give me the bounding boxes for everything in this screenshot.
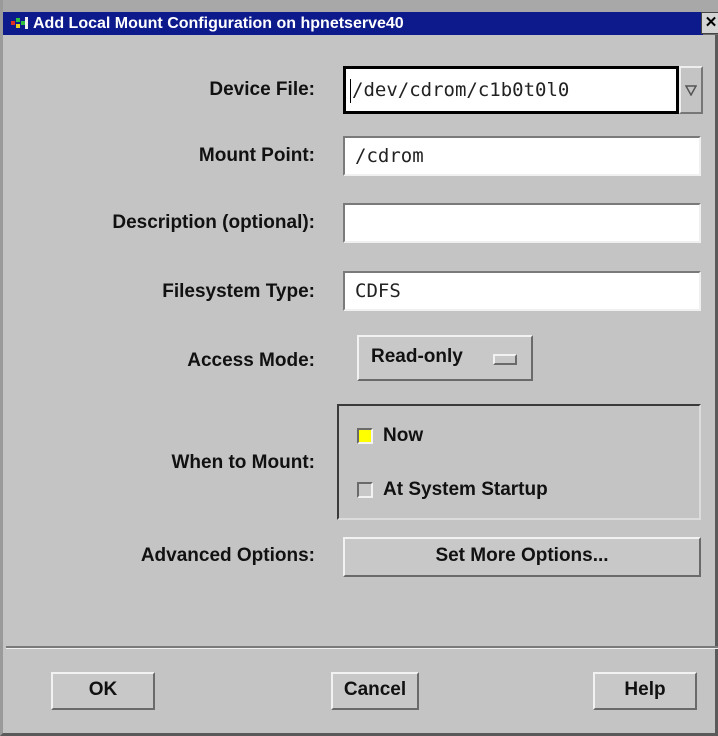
access-mode-option-menu[interactable]: Read-only [357, 335, 533, 381]
access-mode-label: Access Mode: [187, 350, 315, 371]
cancel-button[interactable]: Cancel [331, 672, 419, 710]
ok-button[interactable]: OK [51, 672, 155, 710]
title-bar-strip: Add Local Mount Configuration on hpnetse… [3, 12, 703, 35]
option-menu-indicator-icon [493, 354, 517, 365]
close-icon: ✕ [704, 14, 718, 31]
text-cursor [350, 78, 351, 103]
option-now-label: Now [383, 425, 424, 446]
filesystem-type-label: Filesystem Type: [162, 281, 315, 302]
device-file-label: Device File: [209, 79, 315, 100]
when-to-mount-group: Now At System Startup [337, 404, 701, 520]
radio-indicator[interactable] [357, 482, 373, 498]
mount-point-label: Mount Point: [198, 145, 315, 166]
device-file-dropdown-button[interactable] [679, 66, 703, 114]
radio-indicator-selected[interactable] [357, 428, 373, 444]
option-startup-label: At System Startup [383, 479, 548, 500]
set-more-options-button[interactable]: Set More Options... [343, 537, 701, 577]
separator [6, 646, 718, 649]
close-button[interactable]: ✕ [701, 12, 718, 34]
when-to-mount-label: When to Mount: [171, 452, 315, 473]
filesystem-type-input[interactable]: CDFS [343, 271, 701, 311]
access-mode-value: Read-only [371, 346, 463, 367]
advanced-options-label: Advanced Options: [140, 545, 315, 566]
option-now[interactable]: Now [357, 421, 423, 451]
description-label: Description (optional): [112, 212, 315, 233]
mount-point-input[interactable]: /cdrom [343, 136, 701, 176]
option-at-system-startup[interactable]: At System Startup [357, 475, 548, 505]
help-button[interactable]: Help [593, 672, 697, 710]
app-icon [11, 17, 28, 29]
description-input[interactable] [343, 203, 701, 243]
device-file-combobox[interactable]: /dev/cdrom/c1b0t0l0 [343, 66, 679, 114]
title-bar[interactable]: Add Local Mount Configuration on hpnetse… [3, 0, 718, 35]
window-title: Add Local Mount Configuration on hpnetse… [33, 15, 404, 32]
dialog-window: Add Local Mount Configuration on hpnetse… [0, 0, 718, 736]
chevron-down-icon [685, 85, 697, 96]
device-file-value: /dev/cdrom/c1b0t0l0 [352, 79, 570, 101]
